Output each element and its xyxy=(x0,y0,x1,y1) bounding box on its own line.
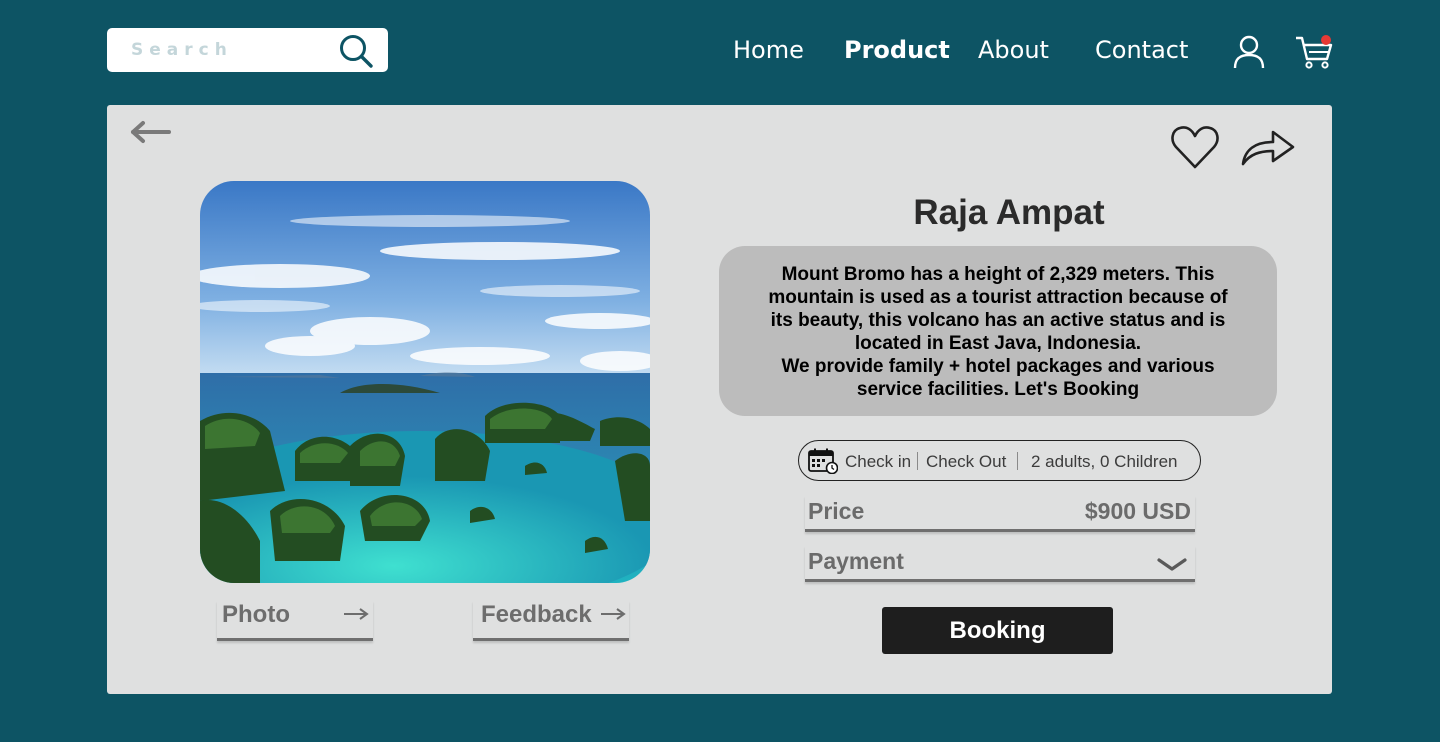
feedback-tab[interactable]: Feedback xyxy=(473,601,629,641)
price-value: $900 USD xyxy=(1084,498,1191,524)
payment-label: Payment xyxy=(808,548,904,574)
share-icon[interactable] xyxy=(1240,127,1296,167)
nav-about[interactable]: About xyxy=(978,36,1049,64)
booking-button[interactable]: Booking xyxy=(882,607,1113,654)
divider xyxy=(1017,452,1018,470)
payment-select[interactable]: Payment xyxy=(805,546,1195,582)
description-text: We provide family + hotel packages and v… xyxy=(781,356,1215,400)
feedback-tab-label: Feedback xyxy=(481,601,592,628)
product-description: Mount Bromo has a height of 2,329 meters… xyxy=(719,246,1277,416)
heart-icon[interactable] xyxy=(1169,125,1221,171)
cart-badge xyxy=(1321,35,1331,45)
calendar-icon xyxy=(808,448,838,474)
arrow-right-icon xyxy=(344,608,369,620)
price-row: Price $900 USD xyxy=(805,496,1195,532)
check-out-field[interactable]: Check Out xyxy=(926,452,1006,472)
product-title: Raja Ampat xyxy=(913,193,1105,232)
date-guest-selector: Check in Check Out 2 adults, 0 Children xyxy=(798,440,1201,481)
nav-home[interactable]: Home xyxy=(733,36,804,64)
divider xyxy=(917,452,918,470)
check-in-field[interactable]: Check in xyxy=(845,452,911,472)
guests-field[interactable]: 2 adults, 0 Children xyxy=(1031,452,1177,472)
nav-contact[interactable]: Contact xyxy=(1095,36,1188,64)
price-label: Price xyxy=(808,498,865,524)
search-box xyxy=(107,28,388,72)
cart-icon[interactable] xyxy=(1294,32,1334,72)
nav-product[interactable]: Product xyxy=(844,36,950,64)
destination-photo xyxy=(200,181,650,583)
back-arrow-icon[interactable] xyxy=(129,119,173,145)
user-icon[interactable] xyxy=(1231,34,1267,70)
description-text: Mount Bromo has a height of 2,329 meters… xyxy=(768,264,1228,354)
search-icon[interactable] xyxy=(338,33,374,69)
chevron-down-icon xyxy=(1157,558,1187,571)
photo-tab[interactable]: Photo xyxy=(217,601,373,641)
search-input[interactable] xyxy=(107,28,327,72)
product-card: Photo Feedback Raja Ampat Mount Bromo ha… xyxy=(107,105,1332,694)
arrow-right-icon xyxy=(601,608,626,620)
photo-tab-label: Photo xyxy=(222,601,290,628)
